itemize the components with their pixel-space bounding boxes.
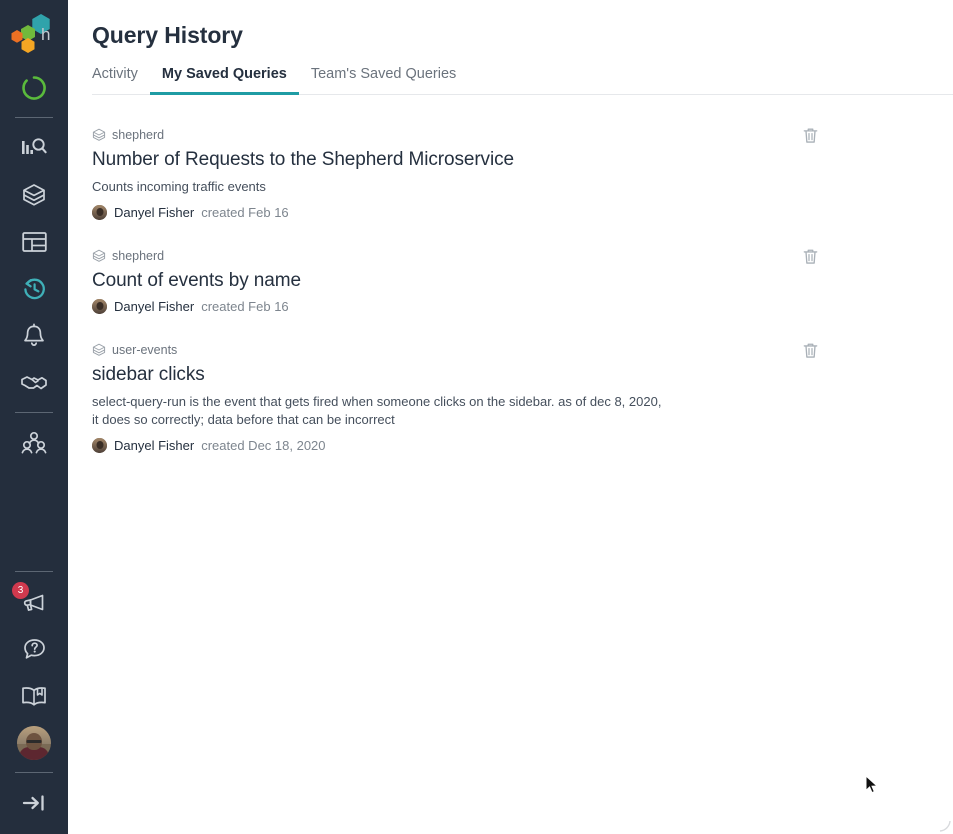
loading-spinner-icon bbox=[0, 64, 68, 111]
trash-icon bbox=[803, 343, 817, 358]
sidebar-item-docs[interactable] bbox=[0, 672, 68, 719]
sidebar-item-team[interactable] bbox=[0, 419, 68, 466]
announcements-badge: 3 bbox=[12, 582, 29, 599]
query-title[interactable]: Count of events by name bbox=[92, 268, 792, 294]
tab-activity[interactable]: Activity bbox=[92, 59, 150, 95]
query-description: Counts incoming traffic events bbox=[92, 179, 266, 194]
cube-icon bbox=[92, 343, 106, 356]
svg-text:h: h bbox=[41, 25, 50, 44]
query-created: created Feb 16 bbox=[201, 299, 289, 314]
query-meta: Danyel Fisher created Dec 18, 2020 bbox=[92, 438, 792, 453]
sidebar-item-boards[interactable] bbox=[0, 218, 68, 265]
dataset-name: user-events bbox=[112, 342, 178, 357]
sidebar-item-slos[interactable] bbox=[0, 359, 68, 406]
table-row[interactable]: shepherd Count of events by name Danyel … bbox=[92, 239, 817, 324]
saved-queries-list: shepherd Number of Requests to the Sheph… bbox=[92, 118, 817, 472]
query-title[interactable]: sidebar clicks bbox=[92, 362, 792, 388]
avatar bbox=[92, 299, 107, 314]
query-author: Danyel Fisher bbox=[114, 205, 195, 220]
sidebar-divider-mid bbox=[15, 412, 53, 413]
table-row[interactable]: user-events sidebar clicks select-query-… bbox=[92, 333, 817, 463]
tab-bar: Activity My Saved Queries Team's Saved Q… bbox=[92, 59, 953, 95]
cube-icon bbox=[92, 249, 106, 262]
query-title[interactable]: Number of Requests to the Shepherd Micro… bbox=[92, 147, 792, 173]
dataset-label-group: shepherd bbox=[92, 126, 792, 143]
tab-my-saved-queries[interactable]: My Saved Queries bbox=[149, 59, 299, 95]
delete-query-button[interactable] bbox=[799, 124, 821, 146]
query-author: Danyel Fisher bbox=[114, 299, 195, 314]
tab-teams-saved-queries[interactable]: Team's Saved Queries bbox=[299, 59, 468, 95]
sidebar-item-announcements[interactable]: 3 bbox=[0, 578, 68, 625]
query-meta: Danyel Fisher created Feb 16 bbox=[92, 299, 792, 314]
resize-handle[interactable] bbox=[937, 818, 951, 832]
left-sidebar: h 3 bbox=[0, 0, 68, 834]
avatar bbox=[17, 725, 51, 760]
dataset-name: shepherd bbox=[112, 127, 165, 142]
sidebar-divider-top bbox=[15, 117, 53, 118]
sidebar-item-history[interactable] bbox=[0, 265, 68, 312]
delete-query-button[interactable] bbox=[799, 245, 821, 267]
sidebar-item-expand[interactable] bbox=[0, 779, 68, 826]
page-title: Query History bbox=[92, 22, 243, 48]
sidebar-divider-bottom bbox=[15, 571, 53, 572]
dataset-name: shepherd bbox=[112, 248, 165, 263]
main-content: Query History Activity My Saved Queries … bbox=[68, 0, 953, 834]
table-row[interactable]: shepherd Number of Requests to the Sheph… bbox=[92, 118, 817, 230]
query-created: created Dec 18, 2020 bbox=[201, 438, 326, 453]
avatar bbox=[92, 205, 107, 220]
query-meta: Danyel Fisher created Feb 16 bbox=[92, 205, 792, 220]
query-created: created Feb 16 bbox=[201, 205, 289, 220]
avatar bbox=[92, 438, 107, 453]
cube-icon bbox=[92, 128, 106, 141]
delete-query-button[interactable] bbox=[799, 339, 821, 361]
sidebar-item-datasets[interactable] bbox=[0, 171, 68, 218]
sidebar-item-profile[interactable] bbox=[0, 719, 68, 766]
trash-icon bbox=[803, 128, 817, 143]
dataset-label-group: shepherd bbox=[92, 247, 792, 264]
honeycomb-logo[interactable]: h bbox=[0, 2, 68, 64]
sidebar-item-triggers[interactable] bbox=[0, 312, 68, 359]
query-description: select-query-run is the event that gets … bbox=[92, 394, 662, 427]
trash-icon bbox=[803, 249, 817, 264]
sidebar-item-query[interactable] bbox=[0, 124, 68, 171]
sidebar-divider-last bbox=[15, 772, 53, 773]
dataset-label-group: user-events bbox=[92, 341, 792, 358]
sidebar-item-help[interactable] bbox=[0, 625, 68, 672]
app-root: h 3 Query History Activity My Saved Quer… bbox=[0, 0, 953, 834]
query-author: Danyel Fisher bbox=[114, 438, 195, 453]
